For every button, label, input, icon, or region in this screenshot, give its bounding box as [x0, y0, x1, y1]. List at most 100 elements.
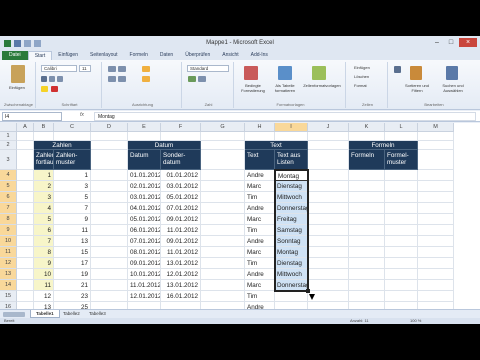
- cell-k12[interactable]: [349, 258, 385, 269]
- cell-k15[interactable]: [349, 291, 385, 302]
- cell-a11[interactable]: [17, 247, 34, 258]
- cell-styles-button[interactable]: Zellenformatvorlagen: [302, 83, 342, 88]
- wrap-text-icon[interactable]: [142, 66, 150, 72]
- find-select-button[interactable]: Suchen und Auswählen: [436, 83, 470, 93]
- cell-i5[interactable]: Dienstag: [275, 181, 308, 192]
- cell-g3[interactable]: [201, 150, 245, 170]
- merge-icon[interactable]: [142, 76, 150, 82]
- column-header-h[interactable]: H: [245, 123, 275, 132]
- cell-i4[interactable]: Montag: [275, 170, 308, 181]
- cell-h10[interactable]: Andre: [245, 236, 275, 247]
- font-name-select[interactable]: Calibri: [41, 65, 77, 72]
- cell-l6[interactable]: [385, 192, 418, 203]
- cell-g10[interactable]: [201, 236, 245, 247]
- cell-j4[interactable]: [308, 170, 349, 181]
- cell-e9[interactable]: 06.01.2012: [128, 225, 161, 236]
- autosum-icon[interactable]: [394, 66, 401, 73]
- cell-b11[interactable]: 8: [34, 247, 54, 258]
- cell-k1[interactable]: [349, 132, 385, 141]
- cell-f12[interactable]: 13.01.2012: [161, 258, 201, 269]
- cell-h15[interactable]: Tim: [245, 291, 275, 302]
- cell-f14[interactable]: 13.01.2012: [161, 280, 201, 291]
- sheet-tab-tabelle2[interactable]: Tabelle2: [58, 310, 85, 318]
- cell-b5[interactable]: 2: [34, 181, 54, 192]
- format-as-table-button[interactable]: Als Tabelle formatieren: [270, 83, 300, 93]
- cell-l16[interactable]: [385, 302, 418, 309]
- cell-j7[interactable]: [308, 203, 349, 214]
- cell-k11[interactable]: [349, 247, 385, 258]
- minimize-icon[interactable]: –: [431, 38, 443, 47]
- cell-l1[interactable]: [385, 132, 418, 141]
- sheet-tab-tabelle1[interactable]: Tabelle1: [30, 310, 60, 318]
- underline-icon[interactable]: [57, 76, 63, 82]
- cell-a7[interactable]: [17, 203, 34, 214]
- cell-d6[interactable]: [91, 192, 128, 203]
- spreadsheet-grid[interactable]: ABCDEFGHIJKLM1234567891011121314151617Za…: [0, 123, 480, 309]
- cell-f15[interactable]: 16.01.2012: [161, 291, 201, 302]
- cell-a3[interactable]: [17, 150, 34, 170]
- cell-d3[interactable]: [91, 150, 128, 170]
- cell-f9[interactable]: 11.01.2012: [161, 225, 201, 236]
- cell-i7[interactable]: Donnerstag: [275, 203, 308, 214]
- cell-g12[interactable]: [201, 258, 245, 269]
- cell-c14[interactable]: 21: [54, 280, 91, 291]
- cell-h14[interactable]: Marc: [245, 280, 275, 291]
- column-header-l[interactable]: L: [385, 123, 418, 132]
- cell-k13[interactable]: [349, 269, 385, 280]
- paste-button[interactable]: Einfügen: [9, 85, 25, 90]
- cell-e7[interactable]: 04.01.2012: [128, 203, 161, 214]
- cell-i9[interactable]: Samstag: [275, 225, 308, 236]
- font-color-icon[interactable]: [51, 86, 58, 92]
- cell-j1[interactable]: [308, 132, 349, 141]
- cell-i16[interactable]: [275, 302, 308, 309]
- cell-h7[interactable]: Andre: [245, 203, 275, 214]
- cell-j10[interactable]: [308, 236, 349, 247]
- cell-b12[interactable]: 9: [34, 258, 54, 269]
- name-box[interactable]: I4: [2, 112, 62, 121]
- cell-k16[interactable]: [349, 302, 385, 309]
- close-icon[interactable]: ×: [459, 38, 477, 47]
- cell-m3[interactable]: [418, 150, 454, 170]
- column-header-i[interactable]: I: [275, 123, 308, 132]
- cell-g13[interactable]: [201, 269, 245, 280]
- cell-m8[interactable]: [418, 214, 454, 225]
- cell-c6[interactable]: 5: [54, 192, 91, 203]
- row-header-11[interactable]: 11: [0, 247, 17, 258]
- tab-datei[interactable]: Datei: [2, 51, 28, 60]
- cell-a15[interactable]: [17, 291, 34, 302]
- row-header-12[interactable]: 12: [0, 258, 17, 269]
- cell-h11[interactable]: Marc: [245, 247, 275, 258]
- cell-b16[interactable]: 13: [34, 302, 54, 309]
- cell-j13[interactable]: [308, 269, 349, 280]
- cell-b10[interactable]: 7: [34, 236, 54, 247]
- row-header-2[interactable]: 2: [0, 141, 17, 150]
- row-header-6[interactable]: 6: [0, 192, 17, 203]
- cell-m10[interactable]: [418, 236, 454, 247]
- cell-i6[interactable]: Mittwoch: [275, 192, 308, 203]
- cell-j6[interactable]: [308, 192, 349, 203]
- sheet-nav-icon[interactable]: [3, 312, 25, 317]
- conditional-format-button[interactable]: Bedingte Formatierung: [238, 83, 268, 93]
- cell-h16[interactable]: Andre: [245, 302, 275, 309]
- column-header-f[interactable]: F: [161, 123, 201, 132]
- cell-j8[interactable]: [308, 214, 349, 225]
- cell-b1[interactable]: [34, 132, 54, 141]
- cell-i10[interactable]: Sonntag: [275, 236, 308, 247]
- cell-c13[interactable]: 19: [54, 269, 91, 280]
- currency-icon[interactable]: [188, 76, 196, 82]
- cell-b13[interactable]: 10: [34, 269, 54, 280]
- cell-l15[interactable]: [385, 291, 418, 302]
- cell-d7[interactable]: [91, 203, 128, 214]
- cell-e10[interactable]: 07.01.2012: [128, 236, 161, 247]
- cell-b6[interactable]: 3: [34, 192, 54, 203]
- cell-f11[interactable]: 11.01.2012: [161, 247, 201, 258]
- cell-h4[interactable]: Andre: [245, 170, 275, 181]
- cell-a5[interactable]: [17, 181, 34, 192]
- cell-l12[interactable]: [385, 258, 418, 269]
- row-header-3[interactable]: 3: [0, 150, 17, 170]
- cell-g1[interactable]: [201, 132, 245, 141]
- column-header-j[interactable]: J: [308, 123, 349, 132]
- cell-l13[interactable]: [385, 269, 418, 280]
- cell-l11[interactable]: [385, 247, 418, 258]
- cell-m6[interactable]: [418, 192, 454, 203]
